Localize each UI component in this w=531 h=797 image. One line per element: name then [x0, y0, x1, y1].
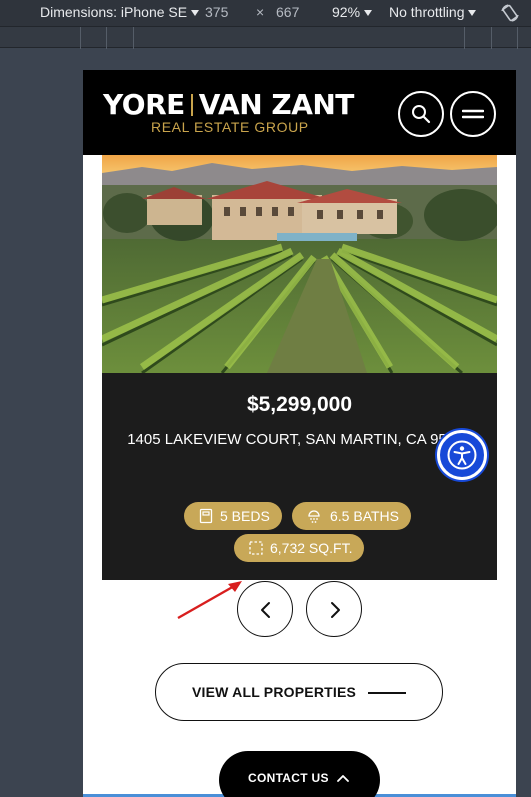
hamburger-icon	[462, 109, 484, 119]
chevron-right-icon	[331, 602, 340, 618]
device-dropdown[interactable]: Dimensions: iPhone SE	[40, 4, 200, 20]
contact-label: CONTACT US	[248, 771, 329, 785]
menu-button[interactable]	[450, 91, 496, 137]
zoom-dropdown[interactable]: 92%	[332, 4, 373, 20]
chevron-down-icon	[191, 10, 200, 17]
throttle-label: No throttling	[389, 4, 465, 20]
sqft-label: 6,732 SQ.FT.	[270, 540, 353, 556]
height-input[interactable]: 667	[276, 4, 299, 20]
logo-part2: VAN ZANT	[198, 88, 355, 121]
ruler-tick	[133, 27, 134, 49]
zoom-label: 92%	[332, 4, 361, 20]
chevron-left-icon	[261, 602, 270, 618]
ruler-tick	[106, 27, 107, 49]
times-symbol: ×	[256, 4, 265, 20]
search-button[interactable]	[398, 91, 444, 137]
accessibility-person-icon	[447, 440, 477, 470]
site-logo[interactable]: YORE VAN ZANT	[103, 88, 354, 121]
view-all-label: VIEW ALL PROPERTIES	[192, 684, 357, 700]
site-header: YORE VAN ZANT REAL ESTATE GROUP	[83, 70, 516, 155]
area-icon	[249, 541, 263, 555]
listing-address: 1405 LAKEVIEW COURT, SAN MARTIN, CA 9504…	[127, 431, 472, 448]
shower-icon	[308, 510, 320, 523]
ruler-tick	[464, 27, 465, 49]
devtools-toolbar: Dimensions: iPhone SE 375 × 667 92% No t…	[0, 0, 531, 26]
logo-part1: YORE	[103, 88, 185, 121]
rotate-icon[interactable]	[500, 3, 520, 23]
chevron-down-icon	[364, 10, 373, 17]
device-label: Dimensions: iPhone SE	[40, 4, 188, 20]
chevron-down-icon	[468, 10, 477, 17]
logo-divider	[190, 94, 193, 116]
ruler-tick	[80, 27, 81, 49]
view-all-properties-button[interactable]: VIEW ALL PROPERTIES	[155, 663, 443, 721]
next-button[interactable]	[306, 581, 362, 637]
beds-label: 5 BEDS	[220, 508, 270, 524]
sqft-chip: 6,732 SQ.FT.	[234, 534, 365, 562]
property-photo[interactable]	[102, 155, 497, 373]
accessibility-button[interactable]	[437, 430, 487, 480]
baths-chip: 6.5 BATHS	[292, 502, 411, 530]
annotation-arrow	[177, 581, 242, 620]
baths-label: 6.5 BATHS	[330, 508, 399, 524]
search-icon	[412, 105, 431, 124]
beds-chip: 5 BEDS	[184, 502, 282, 530]
ruler-tick	[517, 27, 518, 49]
width-input[interactable]: 375	[205, 4, 228, 20]
vineyard-estate-image	[102, 155, 497, 373]
logo-subtitle: REAL ESTATE GROUP	[151, 119, 309, 135]
throttle-dropdown[interactable]: No throttling	[389, 4, 477, 20]
contact-us-button[interactable]: CONTACT US	[219, 751, 380, 797]
arrow-line-icon	[368, 692, 406, 694]
ruler-tick	[491, 27, 492, 49]
bed-icon	[199, 508, 213, 524]
media-query-ruler	[0, 26, 531, 49]
chevron-up-icon	[337, 775, 349, 782]
listing-price: $5,299,000	[246, 393, 353, 416]
